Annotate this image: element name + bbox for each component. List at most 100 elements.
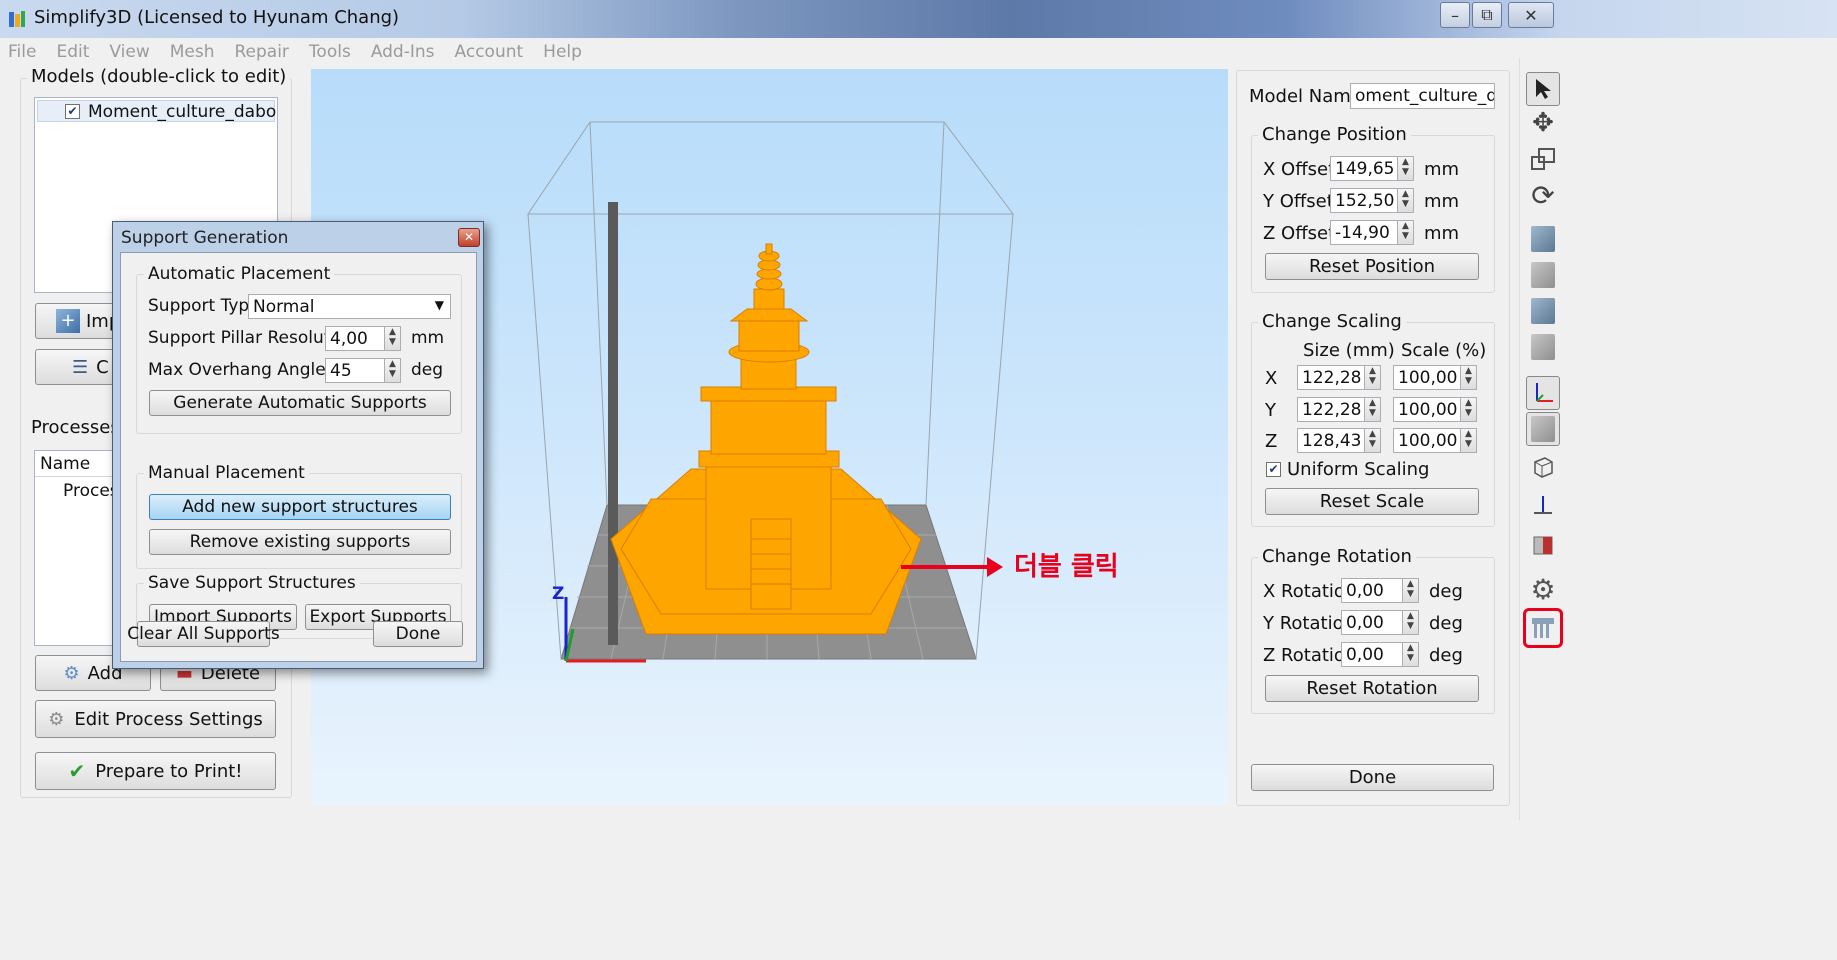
maximize-button[interactable]: ⧉ xyxy=(1472,2,1502,28)
z-rotation-unit: deg xyxy=(1429,645,1463,666)
remove-supports-button[interactable]: Remove existing supports xyxy=(149,529,451,555)
x-rotation-stepper[interactable]: ▲ ▼ xyxy=(1402,578,1419,603)
x-offset-stepper[interactable]: ▲ ▼ xyxy=(1397,156,1414,181)
dialog-body: Automatic Placement Support Type Normal … xyxy=(120,252,477,662)
z-offset-input[interactable]: -14,90 xyxy=(1330,220,1398,245)
view-side-icon[interactable] xyxy=(1526,294,1560,328)
manual-placement-title: Manual Placement xyxy=(144,463,309,483)
minimize-button[interactable]: – xyxy=(1440,2,1470,28)
settings-icon: ⚙ xyxy=(48,708,65,730)
model-visible-checkbox[interactable]: ✔ xyxy=(65,104,80,119)
save-supports-title: Save Support Structures xyxy=(144,573,360,593)
scaling-title: Change Scaling xyxy=(1258,311,1406,332)
scale-z-axis-label: Z xyxy=(1265,431,1278,452)
dialog-done-button[interactable]: Done xyxy=(373,621,463,647)
scale-x-stepper[interactable]: ▲ ▼ xyxy=(1460,365,1477,390)
menu-edit[interactable]: Edit xyxy=(56,42,89,62)
scale-column-header: Scale (%) xyxy=(1401,340,1487,361)
model-name-input[interactable]: oment_culture_dabo xyxy=(1350,83,1495,109)
support-generation-icon[interactable] xyxy=(1523,608,1563,648)
overhang-angle-label: Max Overhang Angle xyxy=(148,360,326,380)
view-iso-icon[interactable] xyxy=(1526,222,1560,256)
x-rotation-unit: deg xyxy=(1429,581,1463,602)
support-type-label: Support Type xyxy=(148,296,260,316)
z-rotation-input[interactable]: 0,00 xyxy=(1341,642,1403,667)
size-x-stepper[interactable]: ▲ ▼ xyxy=(1364,365,1381,390)
scale-icon[interactable] xyxy=(1526,142,1560,176)
size-z-stepper[interactable]: ▲ ▼ xyxy=(1364,428,1381,453)
size-y-input[interactable]: 122,28 xyxy=(1297,397,1365,422)
close-window-button[interactable]: ✕ xyxy=(1508,2,1554,28)
normal-icon[interactable] xyxy=(1526,488,1560,522)
annotation-text: 더블 클릭 xyxy=(1014,552,1119,582)
view-top-icon[interactable] xyxy=(1526,330,1560,364)
scale-y-stepper[interactable]: ▲ ▼ xyxy=(1460,397,1477,422)
y-offset-stepper[interactable]: ▲ ▼ xyxy=(1397,188,1414,213)
pillar-resolution-stepper[interactable]: ▲ ▼ xyxy=(384,326,401,351)
rotate-icon[interactable]: ⟳ xyxy=(1526,178,1560,212)
uniform-scaling-label: Uniform Scaling xyxy=(1287,459,1430,480)
menu-repair[interactable]: Repair xyxy=(234,42,288,62)
scale-y-input[interactable]: 100,00 xyxy=(1393,397,1461,422)
overhang-angle-unit: deg xyxy=(411,360,444,380)
application-window: Simplify3D (Licensed to Hyunam Chang) – … xyxy=(0,0,1837,960)
x-offset-unit: mm xyxy=(1424,159,1460,180)
scale-z-input[interactable]: 100,00 xyxy=(1393,428,1461,453)
generate-supports-button[interactable]: Generate Automatic Supports xyxy=(149,390,451,416)
processes-column-header[interactable]: Name xyxy=(40,454,90,474)
overhang-angle-input[interactable]: 45 xyxy=(325,358,385,383)
menu-view[interactable]: View xyxy=(109,42,149,62)
reset-scale-button[interactable]: Reset Scale xyxy=(1265,488,1479,515)
cross-section-icon[interactable] xyxy=(1526,528,1560,562)
axes-icon[interactable] xyxy=(1526,376,1560,410)
pillar-resolution-input[interactable]: 4,00 xyxy=(325,326,385,351)
support-generation-dialog: Support Generation ✕ Automatic Placement… xyxy=(112,221,484,669)
solid-view-icon[interactable] xyxy=(1526,412,1560,446)
y-rotation-unit: deg xyxy=(1429,613,1463,634)
reset-rotation-button[interactable]: Reset Rotation xyxy=(1265,675,1479,702)
y-offset-unit: mm xyxy=(1424,191,1460,212)
add-process-icon: ⚙ xyxy=(63,662,80,684)
z-rotation-stepper[interactable]: ▲ ▼ xyxy=(1402,642,1419,667)
z-offset-label: Z Offset xyxy=(1263,223,1336,244)
menu-mesh[interactable]: Mesh xyxy=(170,42,215,62)
overhang-angle-stepper[interactable]: ▲ ▼ xyxy=(384,358,401,383)
reset-position-button[interactable]: Reset Position xyxy=(1265,253,1479,280)
pagoda-model xyxy=(610,243,922,635)
size-y-stepper[interactable]: ▲ ▼ xyxy=(1364,397,1381,422)
done-button[interactable]: Done xyxy=(1251,764,1494,791)
size-x-input[interactable]: 122,28 xyxy=(1297,365,1365,390)
title-bar[interactable]: Simplify3D (Licensed to Hyunam Chang) – … xyxy=(0,0,1837,38)
menu-help[interactable]: Help xyxy=(543,42,582,62)
y-offset-input[interactable]: 152,50 xyxy=(1330,188,1398,213)
support-type-value: Normal xyxy=(253,297,315,317)
x-rotation-input[interactable]: 0,00 xyxy=(1341,578,1403,603)
select-arrow-icon[interactable] xyxy=(1526,72,1560,106)
scale-z-stepper[interactable]: ▲ ▼ xyxy=(1460,428,1477,453)
menu-tools[interactable]: Tools xyxy=(309,42,351,62)
menu-file[interactable]: File xyxy=(8,42,36,62)
list-item[interactable]: ✔ Moment_culture_dabo xyxy=(37,100,277,122)
edit-process-settings-button[interactable]: ⚙ Edit Process Settings xyxy=(35,700,276,738)
move-icon[interactable]: ✥ xyxy=(1526,106,1560,140)
wireframe-icon[interactable] xyxy=(1526,450,1560,484)
y-offset-label: Y Offset xyxy=(1263,191,1334,212)
y-rotation-stepper[interactable]: ▲ ▼ xyxy=(1402,610,1419,635)
y-rotation-input[interactable]: 0,00 xyxy=(1341,610,1403,635)
view-front-icon[interactable] xyxy=(1526,258,1560,292)
menu-add-ins[interactable]: Add-Ins xyxy=(371,42,435,62)
prepare-to-print-button[interactable]: ✔ Prepare to Print! xyxy=(35,752,276,790)
dialog-close-button[interactable]: ✕ xyxy=(458,228,480,247)
support-type-select[interactable]: Normal ▼ xyxy=(248,294,451,319)
clear-supports-button[interactable]: Clear All Supports xyxy=(127,621,280,647)
size-z-input[interactable]: 128,43 xyxy=(1297,428,1365,453)
scale-x-input[interactable]: 100,00 xyxy=(1393,365,1461,390)
add-support-button[interactable]: Add new support structures xyxy=(149,494,451,520)
uniform-scaling-checkbox[interactable]: ✔ xyxy=(1266,462,1281,477)
x-offset-input[interactable]: 149,65 xyxy=(1330,156,1398,181)
model-name-label: Moment_culture_dabo xyxy=(88,102,277,122)
menu-account[interactable]: Account xyxy=(455,42,524,62)
checkmark-icon: ✔ xyxy=(68,759,86,783)
settings-gear-icon[interactable]: ⚙ xyxy=(1526,572,1560,606)
z-offset-stepper[interactable]: ▲ ▼ xyxy=(1397,220,1414,245)
